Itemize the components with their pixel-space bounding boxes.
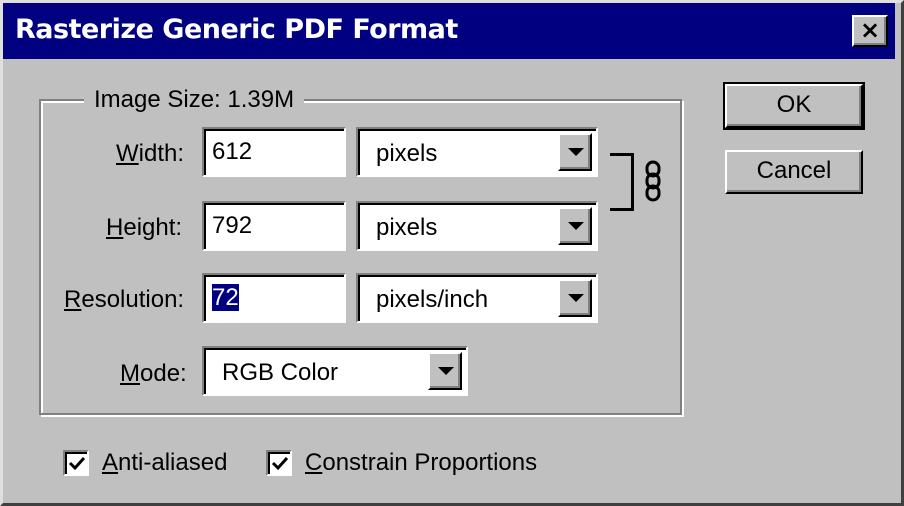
resolution-unit-value: pixels/inch [376, 286, 489, 313]
close-button[interactable]: × [852, 15, 888, 47]
constrain-bracket [610, 153, 634, 211]
constrain-proportions-label[interactable]: Constrain Proportions [305, 449, 537, 477]
image-size-legend: Image Size: 1.39M [84, 86, 305, 114]
constrain-proportions-checkbox[interactable] [266, 450, 292, 476]
width-input[interactable]: 612 [202, 127, 346, 177]
mode-label: Mode: [120, 360, 187, 387]
resolution-value-selected: 72 [212, 284, 239, 311]
checkmark-icon [68, 456, 86, 471]
title-bar[interactable]: Rasterize Generic PDF Format × [3, 3, 895, 59]
height-label: Height: [106, 214, 183, 241]
chain-link-icon [645, 160, 661, 202]
anti-aliased-label[interactable]: Anti-aliased [102, 449, 227, 477]
anti-aliased-checkbox[interactable] [63, 450, 89, 476]
mode-select[interactable]: RGB Color [202, 346, 468, 396]
mode-value: RGB Color [222, 359, 339, 386]
dialog-title: Rasterize Generic PDF Format [15, 14, 458, 45]
height-input[interactable]: 792 [202, 201, 346, 251]
resolution-input[interactable]: 72 [202, 273, 346, 323]
chevron-down-icon[interactable] [428, 352, 462, 390]
cancel-button[interactable]: Cancel [725, 150, 863, 194]
checkmark-icon [271, 456, 289, 471]
height-unit-select[interactable]: pixels [356, 201, 598, 251]
close-icon: × [859, 16, 881, 44]
ok-button[interactable]: OK [723, 82, 865, 130]
resolution-unit-select[interactable]: pixels/inch [356, 273, 598, 323]
width-unit-select[interactable]: pixels [356, 127, 598, 177]
width-label: Width: [116, 140, 185, 167]
chevron-down-icon[interactable] [558, 133, 592, 171]
height-unit-value: pixels [376, 214, 438, 241]
resolution-label: Resolution: [64, 286, 185, 313]
width-unit-value: pixels [376, 140, 438, 167]
chevron-down-icon[interactable] [558, 279, 592, 317]
chevron-down-icon[interactable] [558, 207, 592, 245]
